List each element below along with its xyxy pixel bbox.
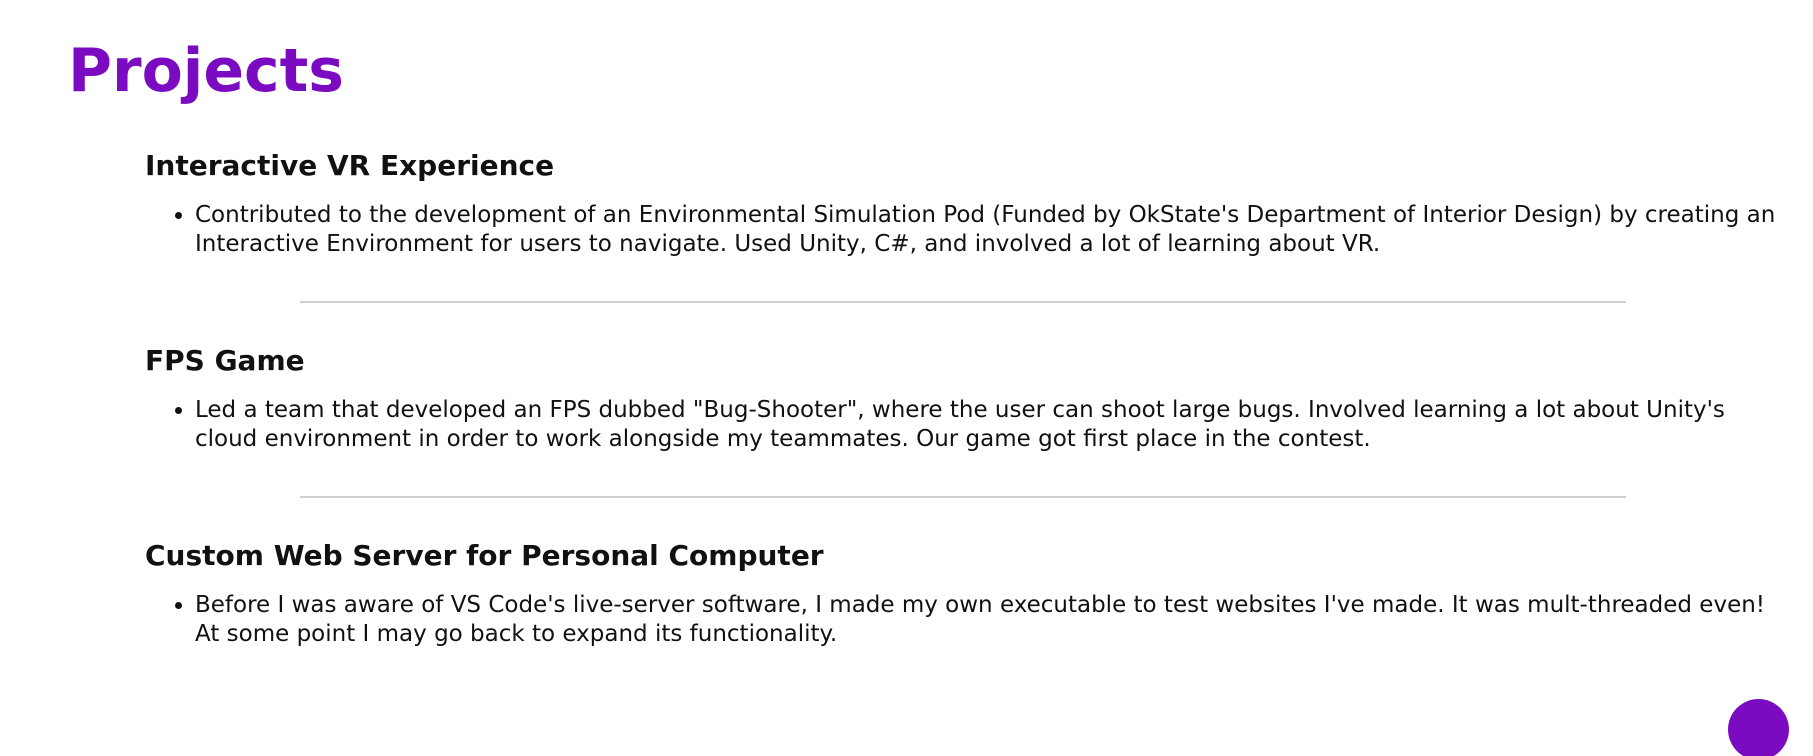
project-bullet: Contributed to the development of an Env… (195, 201, 1785, 259)
project-bullet-list: Contributed to the development of an Env… (145, 201, 1785, 259)
page: Projects Interactive VR Experience Contr… (0, 0, 1813, 756)
section-divider (300, 301, 1626, 303)
page-title: Projects (68, 36, 345, 106)
floating-action-button[interactable] (1728, 699, 1789, 756)
project-bullet: Before I was aware of VS Code's live-ser… (195, 591, 1785, 649)
project-bullet-list: Led a team that developed an FPS dubbed … (145, 396, 1785, 454)
project-vr: Interactive VR Experience Contributed to… (145, 148, 1785, 259)
section-divider (300, 496, 1626, 498)
project-fps-game: FPS Game Led a team that developed an FP… (145, 343, 1785, 454)
project-web-server: Custom Web Server for Personal Computer … (145, 538, 1785, 649)
project-title: FPS Game (145, 344, 305, 377)
project-bullet: Led a team that developed an FPS dubbed … (195, 396, 1785, 454)
project-bullet-list: Before I was aware of VS Code's live-ser… (145, 591, 1785, 649)
project-title: Custom Web Server for Personal Computer (145, 539, 824, 572)
projects-section: Interactive VR Experience Contributed to… (145, 148, 1785, 649)
project-title: Interactive VR Experience (145, 149, 555, 182)
